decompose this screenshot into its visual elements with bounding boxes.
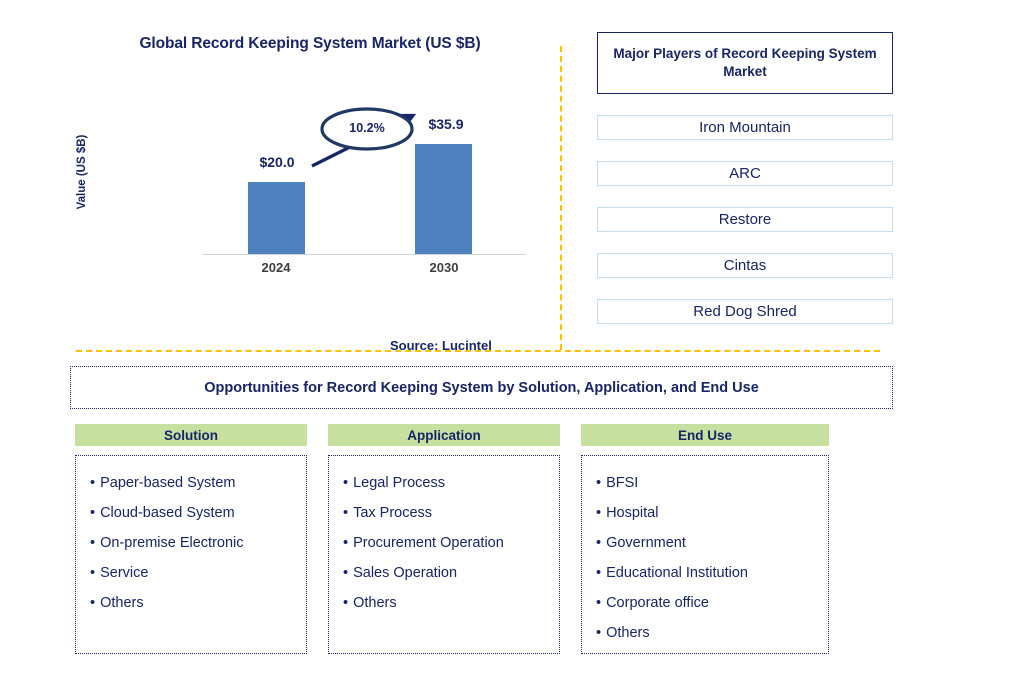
player-name: Cintas — [723, 257, 767, 274]
list-item: • Educational Institution — [596, 558, 828, 588]
list-item: • Tax Process — [343, 498, 559, 528]
list-item: • Others — [596, 618, 828, 648]
list-item-label: Corporate office — [606, 595, 709, 611]
bullet-icon: • — [90, 595, 96, 611]
list-item: • Legal Process — [343, 468, 559, 498]
list-item-label: Others — [100, 595, 144, 611]
column-body-solution: • Paper-based System • Cloud-based System … — [75, 455, 307, 654]
list-item-label: On-premise Electronic — [100, 535, 244, 551]
chart-title: Global Record Keeping System Market (US … — [139, 35, 481, 52]
list-item-label: Others — [353, 595, 397, 611]
list-item: • Others — [90, 588, 306, 618]
vertical-divider — [560, 46, 562, 350]
bullet-icon: • — [596, 505, 602, 521]
column-body-end-use: • BFSI • Hospital • Government • Educational… — [581, 455, 829, 654]
list-item-label: Hospital — [606, 505, 659, 521]
list-item: • Cloud-based System — [90, 498, 306, 528]
list-item-label: Sales Operation — [353, 565, 458, 581]
bullet-icon: • — [596, 475, 602, 491]
horizontal-divider — [76, 350, 880, 352]
bullet-icon: • — [90, 535, 96, 551]
cagr-arrow-icon — [311, 107, 417, 168]
bullet-icon: • — [596, 565, 602, 581]
list-item-label: Paper-based System — [100, 475, 236, 491]
list-item-label: Educational Institution — [606, 565, 748, 581]
bullet-icon: • — [90, 475, 96, 491]
list-item: • Corporate office — [596, 588, 828, 618]
list-item: • BFSI — [596, 468, 828, 498]
player-name: Iron Mountain — [699, 119, 791, 136]
list-item: • Service — [90, 558, 306, 588]
column-header-application: Application — [328, 424, 560, 446]
bullet-icon: • — [343, 595, 349, 611]
player-item-1: ARC — [597, 161, 893, 186]
player-name: Red Dog Shred — [693, 303, 797, 320]
bullet-icon: • — [596, 535, 602, 551]
market-chart-panel: Global Record Keeping System Market (US … — [60, 20, 560, 353]
category-column-application: Application • Legal Process • Tax Process … — [328, 424, 560, 654]
player-item-3: Cintas — [597, 253, 893, 278]
player-item-2: Restore — [597, 207, 893, 232]
bullet-icon: • — [90, 565, 96, 581]
list-item-label: Cloud-based System — [100, 505, 235, 521]
column-header-end-use: End Use — [581, 424, 829, 446]
list-item: • Others — [343, 588, 559, 618]
bullet-icon: • — [343, 475, 349, 491]
list-item-label: Others — [606, 625, 650, 641]
opportunities-banner: Opportunities for Record Keeping System … — [70, 366, 893, 409]
category-column-end-use: End Use • BFSI • Hospital • Government • Edu… — [581, 424, 829, 654]
player-item-0: Iron Mountain — [597, 115, 893, 140]
list-item-label: Service — [100, 565, 149, 581]
player-item-4: Red Dog Shred — [597, 299, 893, 324]
list-item: • Hospital — [596, 498, 828, 528]
player-name: Restore — [718, 211, 772, 228]
list-item-label: Legal Process — [353, 475, 445, 491]
cagr-label: 10.2% — [349, 121, 385, 135]
category-column-solution: Solution • Paper-based System • Cloud-base… — [75, 424, 307, 654]
chart-plot-area: Value (US $B) $20.0 $35.9 2024 2030 10.2… — [60, 88, 560, 288]
bullet-icon: • — [90, 505, 96, 521]
bullet-icon: • — [596, 625, 602, 641]
list-item-label: Tax Process — [353, 505, 433, 521]
list-item: • Paper-based System — [90, 468, 306, 498]
bullet-icon: • — [343, 535, 349, 551]
list-item-label: Government — [606, 535, 686, 551]
list-item-label: Procurement Operation — [353, 535, 504, 551]
column-body-application: • Legal Process • Tax Process • Procurement… — [328, 455, 560, 654]
major-players-panel: Major Players of Record Keeping System M… — [597, 32, 893, 324]
list-item: • Procurement Operation — [343, 528, 559, 558]
bullet-icon: • — [343, 565, 349, 581]
list-item: • Government — [596, 528, 828, 558]
major-players-header: Major Players of Record Keeping System M… — [597, 32, 893, 94]
list-item-label: BFSI — [606, 475, 639, 491]
bullet-icon: • — [343, 505, 349, 521]
list-item: • On-premise Electronic — [90, 528, 306, 558]
list-item: • Sales Operation — [343, 558, 559, 588]
column-header-solution: Solution — [75, 424, 307, 446]
infographic-page: Global Record Keeping System Market (US … — [0, 0, 1021, 673]
bullet-icon: • — [596, 595, 602, 611]
player-name: ARC — [729, 165, 761, 182]
